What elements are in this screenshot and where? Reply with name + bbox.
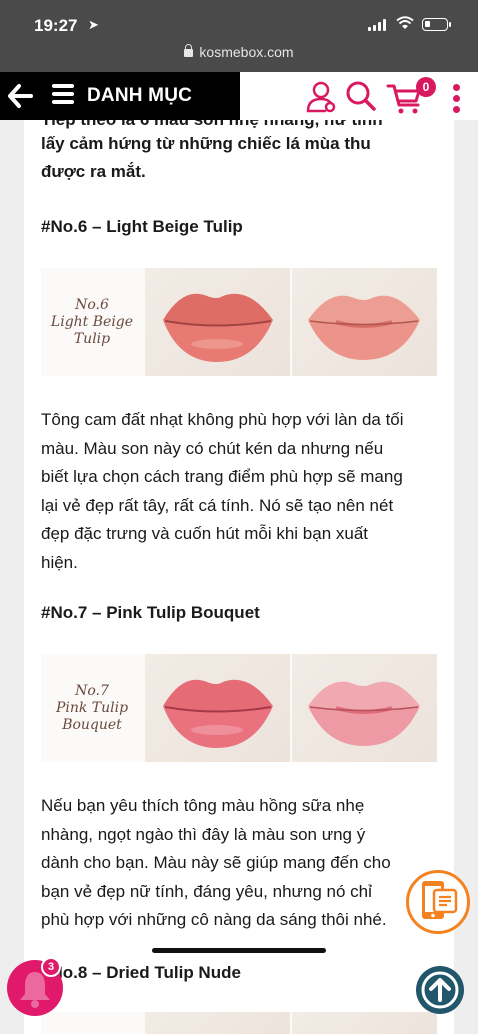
lips-photo-right [292,268,437,376]
lip-swatch-image-no7: No.7 Pink Tulip Bouquet [41,654,437,762]
user-account-icon[interactable] [305,80,339,114]
search-icon[interactable] [345,80,377,112]
intro-line-2: được ra mắt. [41,162,146,181]
lock-icon [184,44,194,57]
url-bar[interactable]: kosmebox.com [0,44,478,72]
lips-photo-right-no7 [292,654,437,762]
chat-phone-icon [422,881,458,919]
swatch-label-no7: No.7 Pink Tulip Bouquet [55,682,129,733]
lips-photo-left-no7 [145,654,290,762]
web-page: DANH MỤC 0 Tiếp theo là 6 màu son nhẹ nh… [0,72,478,1034]
paragraph-no6: Tông cam đất nhạt không phù hợp với làn … [41,410,404,572]
header-nav: DANH MỤC [0,72,240,120]
notification-count-badge: 3 [41,957,61,977]
intro-line-1: lấy cảm hứng từ những chiếc lá mùa thu [41,134,371,153]
home-indicator[interactable] [152,948,326,953]
lips-photo-right-no8 [292,1012,437,1034]
signal-icon [368,19,388,31]
section-heading-no7: #No.7 – Pink Tulip Bouquet [41,603,260,622]
chat-support-button[interactable] [406,870,470,934]
paragraph-no7: Nếu bạn yêu thích tông màu hồng sữa nhẹ … [41,796,391,929]
location-icon: ➤ [88,17,99,32]
section-heading-no8: #No.8 – Dried Tulip Nude [41,963,241,982]
status-time: 19:27 [34,16,78,35]
swatch-label-no6: No.6 Light Beige Tulip [50,296,134,347]
battery-icon [422,18,451,31]
lips-photo-left-no8 [145,1012,290,1034]
site-header: DANH MỤC 0 [0,72,478,120]
section-heading-no6: #No.6 – Light Beige Tulip [41,217,243,236]
more-options-icon[interactable] [452,84,462,114]
back-arrow-icon[interactable] [7,83,33,109]
arrow-up-icon [421,971,459,1009]
lips-photo-left [145,268,290,376]
cart-count-badge: 0 [416,77,436,97]
scroll-to-top-button[interactable] [416,966,464,1014]
lip-swatch-image-no8 [41,1012,437,1034]
lip-swatch-image-no6: No.6 Light Beige Tulip [41,268,437,376]
url-text: kosmebox.com [199,44,294,60]
wifi-icon [396,16,414,29]
menu-label[interactable]: DANH MỤC [87,85,192,107]
status-bar: 19:27 ➤ [0,0,478,44]
hamburger-icon[interactable] [52,84,76,106]
